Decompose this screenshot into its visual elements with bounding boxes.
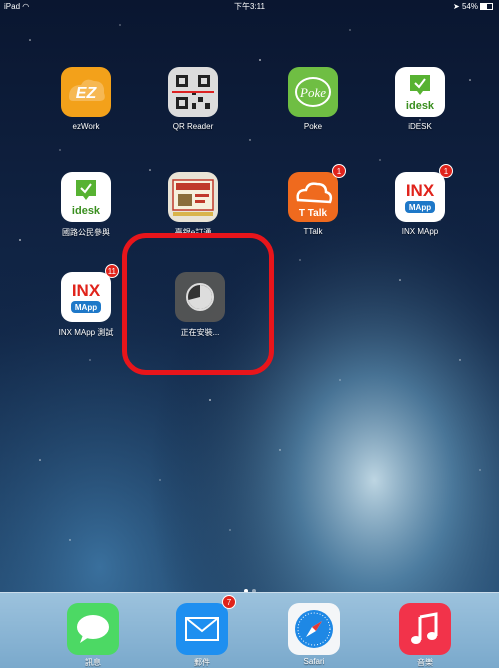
- svg-text:idesk: idesk: [406, 100, 435, 112]
- dock-app-safari[interactable]: Safari: [274, 603, 354, 666]
- dock-app-mail[interactable]: 7 郵件: [162, 595, 242, 668]
- notification-badge: 11: [104, 264, 119, 278]
- dock-app-messages[interactable]: 訊息: [53, 603, 133, 668]
- location-icon: ➤: [453, 2, 460, 11]
- app-ezwork[interactable]: EZ ezWork: [41, 67, 131, 131]
- app-label: 國路公民參與: [62, 228, 110, 237]
- svg-text:Poke: Poke: [299, 85, 326, 100]
- poke-icon: Poke: [288, 67, 338, 117]
- notification-badge: 1: [332, 164, 346, 178]
- app-label: INX MApp 測試: [58, 328, 114, 337]
- battery-indicator: ➤ 54%: [453, 0, 493, 14]
- status-bar: iPad ◠ 下午3:11 ➤ 54%: [0, 0, 499, 14]
- app-label: INX MApp: [401, 227, 439, 236]
- app-inx-mapp-test[interactable]: INX MApp 11 INX MApp 測試: [41, 264, 131, 338]
- mail-icon: 7: [176, 595, 236, 655]
- dock: 訊息 7 郵件 Safari 音樂: [0, 592, 499, 668]
- app-label: 訊息: [85, 658, 101, 667]
- ttalk-icon: T Talk 1: [288, 164, 346, 222]
- app-label: Safari: [303, 657, 325, 666]
- app-label: ezWork: [72, 122, 100, 131]
- idesk-green-icon: idesk: [61, 172, 111, 222]
- inx-mapp-test-icon: INX MApp 11: [61, 264, 119, 322]
- app-label: QR Reader: [172, 122, 214, 131]
- app-label: 音樂: [417, 658, 433, 667]
- qr-reader-icon: [168, 67, 218, 117]
- battery-icon: [480, 3, 493, 11]
- dock-app-music[interactable]: 音樂: [385, 603, 465, 668]
- notification-badge: 1: [439, 164, 453, 178]
- app-qr-reader[interactable]: QR Reader: [148, 67, 238, 131]
- status-time: 下午3:11: [234, 2, 265, 11]
- safari-icon: [288, 603, 340, 655]
- app-label: iDESK: [408, 122, 432, 131]
- bank-ticket-icon: [168, 172, 218, 222]
- app-poke[interactable]: Poke Poke: [268, 67, 358, 131]
- app-idesk[interactable]: idesk iDESK: [375, 67, 465, 131]
- app-ttalk[interactable]: T Talk 1 TTalk: [268, 164, 358, 236]
- svg-text:MApp: MApp: [409, 203, 431, 212]
- svg-text:INX: INX: [406, 181, 435, 200]
- ezwork-icon: EZ: [61, 67, 111, 117]
- highlight-circle: [122, 233, 274, 375]
- notification-badge: 7: [222, 595, 236, 609]
- app-civic-participation[interactable]: idesk 國路公民參與: [41, 172, 131, 238]
- app-label: TTalk: [303, 227, 323, 236]
- svg-text:INX: INX: [72, 281, 101, 300]
- idesk-icon: idesk: [395, 67, 445, 117]
- inx-mapp-icon: INX MApp 1: [395, 164, 453, 222]
- app-bank-ticket[interactable]: 臺銀e訂通: [148, 172, 238, 238]
- music-icon: [399, 603, 451, 655]
- svg-text:idesk: idesk: [72, 205, 101, 217]
- app-label: 郵件: [194, 658, 210, 667]
- svg-text:MApp: MApp: [75, 303, 97, 312]
- svg-text:T Talk: T Talk: [299, 208, 328, 219]
- app-inx-mapp[interactable]: INX MApp 1 INX MApp: [375, 164, 465, 236]
- svg-text:EZ: EZ: [76, 85, 98, 102]
- app-label: Poke: [303, 122, 323, 131]
- messages-icon: [67, 603, 119, 655]
